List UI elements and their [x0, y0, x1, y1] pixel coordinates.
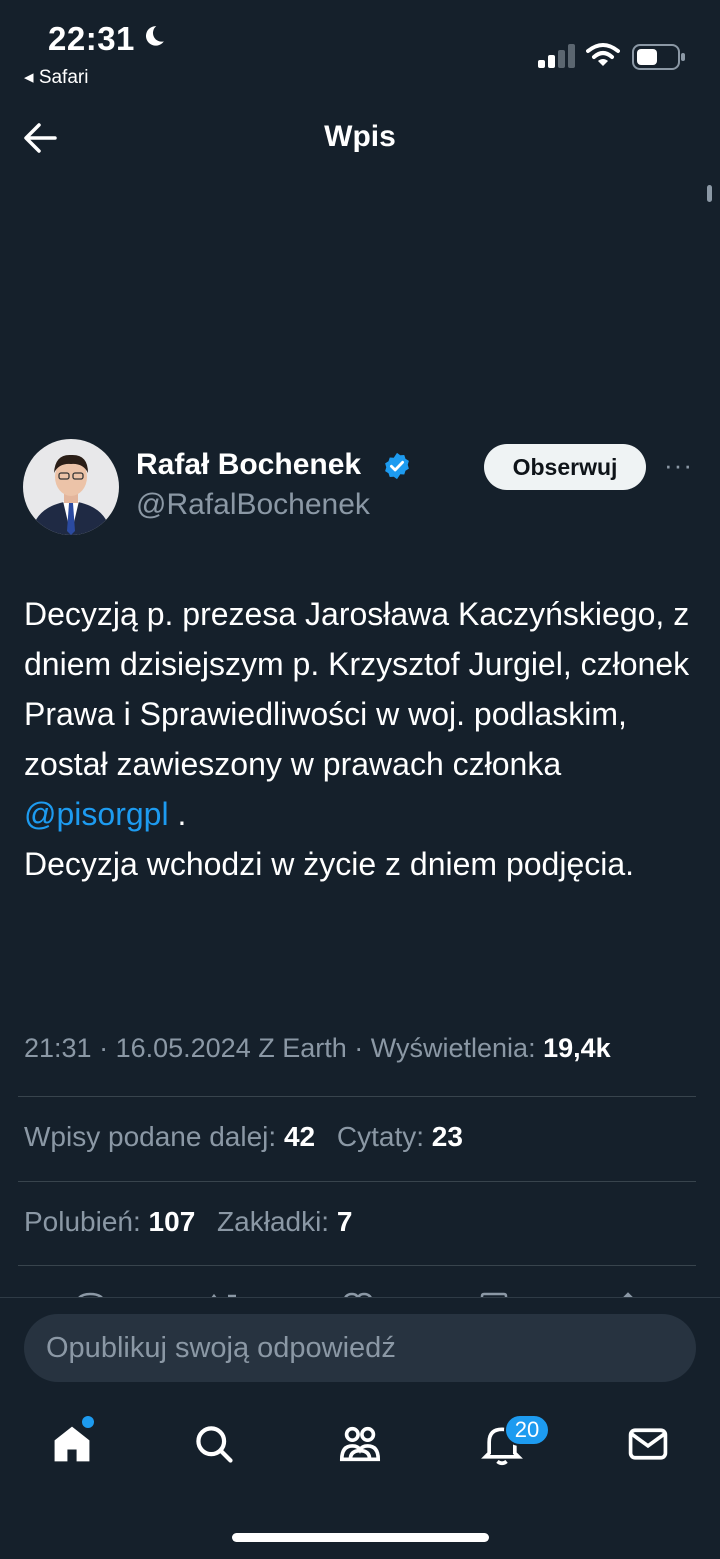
views-label: Wyświetlenia: [370, 1033, 536, 1063]
home-tab[interactable] [46, 1420, 98, 1472]
divider [18, 1096, 696, 1097]
quotes-count[interactable]: 23 [432, 1121, 463, 1152]
author-name[interactable]: Rafał Bochenek [136, 448, 361, 482]
post-time: 21:31 [24, 1033, 92, 1063]
wifi-icon [586, 42, 620, 73]
more-options-icon[interactable]: ··· [664, 450, 693, 481]
divider [18, 1265, 696, 1266]
reposts-count[interactable]: 42 [284, 1121, 315, 1152]
reposts-label[interactable]: Wpisy podane dalej: [24, 1121, 276, 1152]
bookmarks-count[interactable]: 7 [337, 1206, 353, 1237]
post-date: 16.05.2024 [115, 1033, 251, 1063]
search-tab[interactable] [188, 1420, 240, 1472]
bookmarks-label[interactable]: Zakładki: [217, 1206, 329, 1237]
views-count: 19,4k [543, 1033, 611, 1063]
battery-icon [632, 44, 686, 75]
post-text: Decyzją p. prezesa Jarosława Kaczyńskieg… [24, 589, 704, 889]
messages-icon [626, 1422, 670, 1471]
communities-icon [337, 1421, 383, 1472]
messages-tab[interactable] [622, 1420, 674, 1472]
back-to-safari-link[interactable]: ◂ Safari [24, 66, 88, 89]
home-indicator[interactable] [232, 1533, 489, 1542]
post-text-last: Decyzja wchodzi w życie z dniem podjęcia… [24, 846, 635, 882]
post-text-punct: . [168, 796, 187, 832]
verified-badge-icon [382, 451, 412, 486]
page-title: Wpis [324, 120, 396, 153]
unread-dot [82, 1416, 94, 1428]
divider [18, 1181, 696, 1182]
reply-input[interactable] [24, 1314, 696, 1382]
communities-tab[interactable] [334, 1420, 386, 1472]
notifications-badge: 20 [504, 1414, 550, 1446]
likes-label[interactable]: Polubień: [24, 1206, 141, 1237]
likes-count[interactable]: 107 [149, 1206, 196, 1237]
post-source: Z Earth [258, 1033, 347, 1063]
scroll-indicator [707, 185, 712, 202]
post-text-main: Decyzją p. prezesa Jarosława Kaczyńskieg… [24, 596, 690, 782]
home-icon [50, 1422, 94, 1471]
status-time: 22:31 [48, 20, 135, 57]
quotes-label[interactable]: Cytaty: [337, 1121, 424, 1152]
repost-quote-stats: Wpisy podane dalej: 42 Cytaty: 23 [24, 1121, 463, 1153]
follow-button[interactable]: Obserwuj [484, 444, 646, 490]
mention-link[interactable]: @pisorgpl [24, 796, 169, 832]
author-avatar[interactable] [23, 439, 119, 535]
author-handle[interactable]: @RafalBochenek [136, 488, 370, 522]
search-icon [192, 1422, 236, 1471]
moon-icon [140, 24, 166, 55]
signal-icon [538, 44, 576, 73]
post-meta: 21:31 · 16.05.2024 Z Earth · Wyświetleni… [24, 1033, 611, 1063]
like-bookmark-stats: Polubień: 107 Zakładki: 7 [24, 1206, 352, 1238]
